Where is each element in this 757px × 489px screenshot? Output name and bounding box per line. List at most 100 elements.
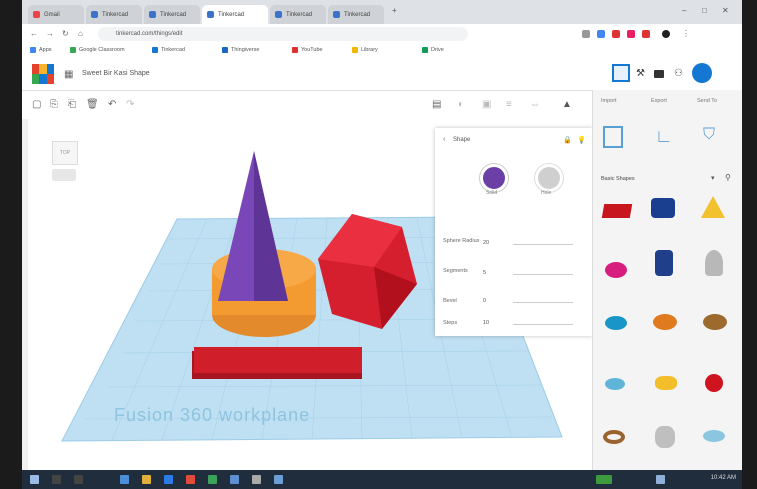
design-grid-icon[interactable]: ▦ [64,69,73,80]
taskbar-clock[interactable]: 10:42 AM [711,475,736,481]
property-value[interactable]: 0 [483,298,486,304]
pyramid-icon[interactable] [701,196,731,222]
cone-icon[interactable] [705,250,735,276]
hole-button[interactable] [535,164,563,192]
back-icon[interactable]: ← [30,29,38,38]
extension-icon[interactable] [597,30,605,38]
new-tab-icon[interactable]: + [392,6,397,15]
tube-icon[interactable] [655,250,685,276]
property-slider[interactable] [513,324,573,325]
bookmark-item[interactable]: Apps [30,47,52,53]
ring-icon[interactable] [603,430,633,456]
taskbar-app-icon[interactable] [252,475,261,484]
shield-icon[interactable]: ⛉ [703,126,715,144]
tinkercad-logo[interactable] [32,64,54,84]
sphere-icon[interactable] [605,258,635,284]
gem-icon[interactable] [655,426,685,452]
search-icon[interactable] [52,475,61,484]
group-icon[interactable]: ▣ [482,99,491,110]
browser-tab-active[interactable]: Tinkercad [202,5,268,24]
star-icon[interactable] [605,378,635,404]
taskbar-app-icon[interactable] [186,475,195,484]
tab-send-to[interactable]: Send To [697,98,717,104]
blocks-icon[interactable]: ⚒ [636,68,645,79]
property-slider[interactable] [513,302,573,303]
add-user-icon[interactable]: ⚇ [674,68,683,79]
taskbar-app-icon[interactable] [230,475,239,484]
ruler-icon[interactable]: ∟ [655,126,673,147]
extension-icon[interactable] [582,30,590,38]
profile-avatar[interactable] [662,30,670,38]
task-view-icon[interactable] [74,475,83,484]
roof-icon[interactable] [653,314,683,340]
align-icon[interactable]: ≡ [506,99,512,110]
cylinder-icon[interactable] [651,198,681,224]
bookmark-item[interactable]: Google Classroom [70,47,125,53]
taskbar-app-icon[interactable] [120,475,129,484]
user-avatar[interactable] [692,63,712,83]
half-sphere-icon[interactable] [705,374,735,400]
undo-icon[interactable]: ↶ [108,99,116,110]
extension-icon[interactable] [612,30,620,38]
paraboloid-icon[interactable] [703,430,733,456]
light-icon[interactable]: ▲ [562,99,572,110]
network-icon[interactable] [656,475,665,484]
mirror-icon[interactable]: ⇔ [530,99,540,110]
text-shape[interactable] [192,347,362,379]
new-icon[interactable]: ▢ [32,99,41,110]
redo-icon[interactable]: ↷ [126,99,134,110]
design-title[interactable]: Sweet Bir Kasi Shape [82,70,150,77]
chevron-down-icon[interactable]: ▾ [711,174,715,182]
extension-icon[interactable] [627,30,635,38]
property-value[interactable]: 10 [483,320,489,326]
property-value[interactable]: 20 [483,240,489,246]
minimize-icon[interactable]: – [682,6,686,15]
home-icon[interactable]: ⌂ [78,29,83,38]
menu-icon[interactable]: ⋮ [682,29,690,38]
light-bulb-icon[interactable]: 💡 [577,136,586,144]
workplane-icon[interactable] [603,126,623,148]
browser-tab[interactable]: Tinkercad [270,5,326,24]
box-icon[interactable] [601,198,633,224]
notes-icon[interactable]: ▤ [432,99,441,110]
paste-icon[interactable]: ⎗ [68,99,76,110]
bookmark-item[interactable]: Drive [422,47,444,53]
browser-tab[interactable]: Tinkercad [328,5,384,24]
property-slider[interactable] [513,244,573,245]
battery-icon[interactable] [596,475,612,484]
bricks-icon[interactable] [654,70,664,78]
close-icon[interactable]: ✕ [722,6,729,15]
bookmark-item[interactable]: Library [352,47,378,53]
heart-icon[interactable] [655,376,685,402]
search-icon[interactable]: ⚲ [725,173,731,182]
taskbar-app-icon[interactable] [274,475,283,484]
browser-tab[interactable]: Tinkercad [86,5,142,24]
property-value[interactable]: 5 [483,270,486,276]
url-input[interactable]: tinkercad.com/things/edit [98,27,468,41]
reload-icon[interactable]: ↻ [62,29,69,38]
show-all-icon[interactable]: ◐ [458,99,464,110]
shape-category-select[interactable]: Basic Shapes [601,176,721,182]
bookmark-item[interactable]: Tinkercad [152,47,185,53]
maximize-icon[interactable]: □ [702,6,707,15]
bookmark-item[interactable]: YouTube [292,47,323,53]
extension-icon[interactable] [642,30,650,38]
property-slider[interactable] [513,274,573,275]
solid-color-button[interactable] [480,164,508,192]
browser-tab[interactable]: Gmail [28,5,84,24]
browser-tab[interactable]: Tinkercad [144,5,200,24]
tab-export[interactable]: Export [651,98,667,104]
taskbar-app-icon[interactable] [208,475,217,484]
copy-icon[interactable]: ⎘ [50,99,58,110]
delete-icon[interactable]: 🗑 [86,99,99,110]
file-explorer-icon[interactable] [142,475,151,484]
collapse-icon[interactable]: ‹ [443,136,445,143]
bookmark-item[interactable]: Thingiverse [222,47,259,53]
torus-icon[interactable] [605,316,635,342]
lock-icon[interactable]: 🔒 [563,136,572,144]
taskbar-app-icon[interactable] [164,475,173,484]
wedge-icon[interactable] [703,314,733,340]
start-icon[interactable] [30,475,39,484]
tab-import[interactable]: Import [601,98,617,104]
3d-view-icon[interactable] [612,64,630,82]
